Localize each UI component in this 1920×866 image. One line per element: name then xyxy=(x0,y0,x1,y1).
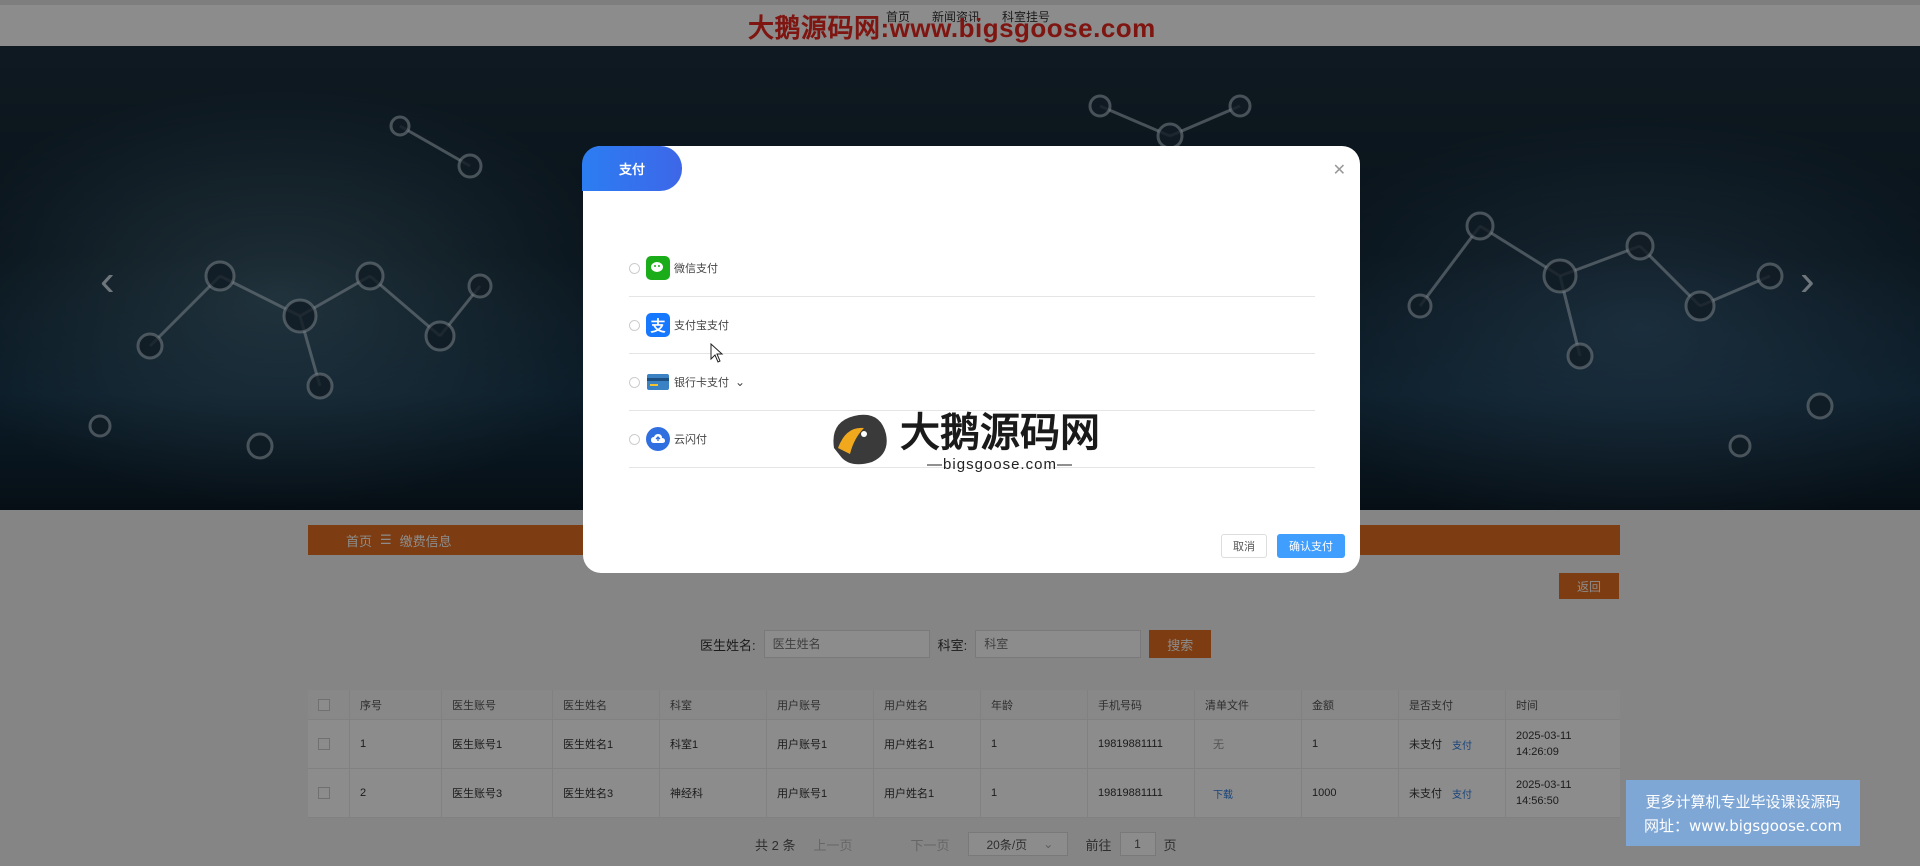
option-label: 银行卡支付 xyxy=(674,377,729,389)
mouse-cursor-icon xyxy=(710,343,724,363)
option-label: 云闪付 xyxy=(674,434,707,446)
option-label: 支付宝支付 xyxy=(674,320,729,332)
brand-domain: —bigsgoose.com— xyxy=(927,456,1073,473)
payment-option-alipay[interactable]: 支 支付宝支付 xyxy=(629,297,1315,354)
payment-dialog: 支付 ✕ 微信支付 支 支付宝支付 银行卡支付 ⌄ 云闪付 取消 确认支付 xyxy=(582,146,1360,573)
wechat-pay-icon xyxy=(646,256,670,280)
payment-option-wechat[interactable]: 微信支付 xyxy=(629,240,1315,297)
cancel-button[interactable]: 取消 xyxy=(1221,534,1267,558)
promo-box: 更多计算机专业毕设课设源码 网址：www.bigsgoose.com xyxy=(1626,780,1860,846)
radio-wechat[interactable] xyxy=(629,262,640,274)
promo-line-2: 网址：www.bigsgoose.com xyxy=(1644,816,1842,835)
confirm-pay-button[interactable]: 确认支付 xyxy=(1277,534,1345,558)
radio-cloudpay[interactable] xyxy=(629,433,640,445)
promo-line-1: 更多计算机专业毕设课设源码 xyxy=(1645,792,1841,811)
option-label: 微信支付 xyxy=(674,263,718,275)
close-icon[interactable]: ✕ xyxy=(1333,160,1346,180)
goose-logo-icon xyxy=(833,414,887,464)
radio-bank[interactable] xyxy=(629,376,640,388)
brand-logo-watermark: 大鹅源码网 —bigsgoose.com— xyxy=(824,400,1100,473)
brand-name: 大鹅源码网 xyxy=(900,410,1100,456)
cloud-pay-icon xyxy=(646,427,670,451)
bank-card-icon xyxy=(646,370,670,394)
radio-alipay[interactable] xyxy=(629,319,640,331)
alipay-icon: 支 xyxy=(646,313,670,337)
chevron-down-icon[interactable]: ⌄ xyxy=(735,375,745,389)
dialog-title: 支付 xyxy=(582,146,682,191)
